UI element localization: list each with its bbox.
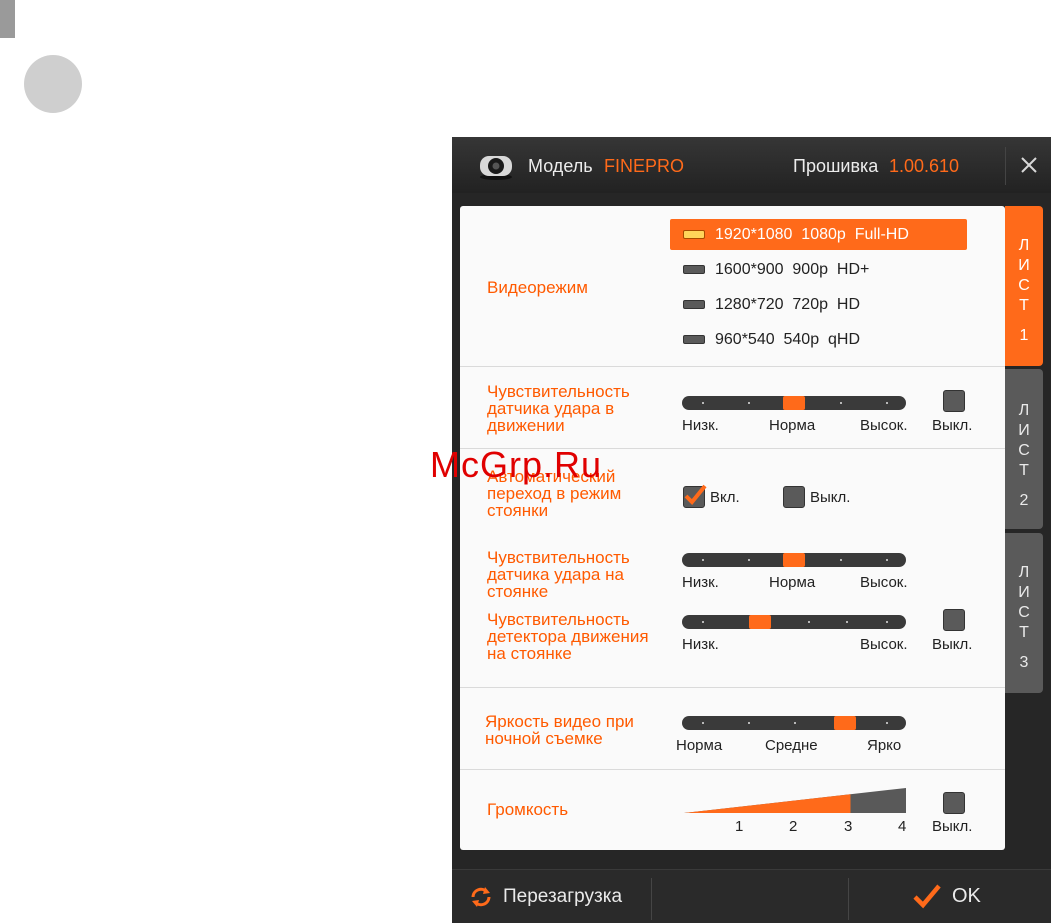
model-label: Модель (528, 156, 593, 176)
checkmark-icon (913, 884, 941, 909)
checkmark-icon (684, 484, 707, 505)
tick-low: Низк. (682, 417, 719, 434)
tick-low: Низк. (682, 574, 719, 591)
ok-label: OK (952, 885, 981, 907)
bullet-circle (24, 55, 82, 113)
night-brightness-slider[interactable] (682, 716, 906, 730)
resolution-indicator-icon (683, 230, 705, 239)
volume-level-4: 4 (898, 818, 907, 835)
section-divider (460, 366, 1005, 367)
resolution-option-540p[interactable]: 960*540 540p qHD (670, 324, 967, 355)
shock-parking-slider[interactable] (682, 553, 906, 567)
resolution-option-label: 1920*1080 1080p Full-HD (715, 226, 909, 243)
resolution-option-900p[interactable]: 1600*900 900p HD+ (670, 254, 967, 285)
firmware-label: Прошивка (793, 156, 879, 176)
tab-sheet-1[interactable]: ЛИСТ1 (1005, 206, 1043, 366)
tick-normal: Норма (676, 737, 723, 754)
section-divider (460, 687, 1005, 688)
volume-level-2: 2 (789, 818, 798, 835)
reboot-label: Перезагрузка (503, 886, 623, 907)
slider-dot (886, 559, 888, 561)
slider-thumb[interactable] (833, 716, 856, 730)
parking-on-checkbox[interactable] (683, 484, 707, 508)
footer-bar: Перезагрузка OK (452, 869, 1051, 923)
tick-normal: Норма (769, 417, 816, 434)
title-bar: Модель FINEPRO Прошивка 1.00.610 (452, 137, 1051, 193)
night-brightness-label: Яркость видео при ночной съемке (485, 712, 634, 748)
shock-driving-slider[interactable] (682, 396, 906, 410)
tab-sheet-2[interactable]: ЛИСТ2 (1005, 369, 1043, 529)
slider-dot (702, 722, 704, 724)
tick-high: Высок. (860, 636, 908, 653)
shock-driving-label: Чувствительность датчика удара в движени… (487, 382, 630, 435)
resolution-option-label: 960*540 540p qHD (715, 331, 860, 348)
slider-dot (808, 621, 810, 623)
settings-window: Модель FINEPRO Прошивка 1.00.610 Видеоре… (452, 137, 1051, 923)
resolution-indicator-icon (683, 335, 705, 344)
on-label: Вкл. (710, 489, 740, 506)
off-label: Выкл. (810, 489, 851, 506)
model-value: FINEPRO (604, 156, 685, 176)
camera-icon (480, 156, 512, 180)
off-label: Выкл. (932, 636, 973, 653)
off-label: Выкл. (932, 417, 973, 434)
refresh-icon (471, 887, 491, 907)
corner-bar (0, 0, 15, 38)
slider-dot (702, 621, 704, 623)
slider-dot (702, 402, 704, 404)
tick-high: Высок. (860, 574, 908, 591)
resolution-option-label: 1280*720 720p HD (715, 296, 860, 313)
slider-dot (846, 621, 848, 623)
resolution-option-720p[interactable]: 1280*720 720p HD (670, 289, 967, 320)
footer-divider (848, 878, 849, 920)
volume-off-checkbox[interactable] (943, 792, 965, 814)
video-mode-label: Видеорежим (487, 278, 588, 297)
slider-dot (794, 722, 796, 724)
slider-dot (840, 559, 842, 561)
slider-dot (748, 402, 750, 404)
motion-parking-off-checkbox[interactable] (943, 609, 965, 631)
shock-parking-label: Чувствительность датчика удара на стоянк… (487, 548, 630, 601)
volume-ramp[interactable] (684, 788, 908, 815)
slider-dot (748, 559, 750, 561)
slider-dot (886, 402, 888, 404)
volume-level-3: 3 (844, 818, 853, 835)
resolution-indicator-icon (683, 265, 705, 274)
settings-panel: Видеорежим 1920*1080 1080p Full-HD 1600*… (460, 206, 1005, 850)
slider-dot (886, 621, 888, 623)
watermark: McGrp.Ru (430, 444, 603, 485)
volume-label: Громкость (487, 800, 569, 819)
slider-dot (748, 722, 750, 724)
close-icon (1021, 157, 1037, 173)
motion-parking-slider[interactable] (682, 615, 906, 629)
tick-normal: Норма (769, 574, 816, 591)
shock-driving-off-checkbox[interactable] (943, 390, 965, 412)
slider-thumb[interactable] (783, 396, 805, 410)
slider-dot (702, 559, 704, 561)
slider-dot (840, 402, 842, 404)
close-button[interactable] (1014, 149, 1044, 181)
firmware-value: 1.00.610 (889, 156, 960, 176)
resolution-indicator-icon (683, 300, 705, 309)
resolution-option-1080p[interactable]: 1920*1080 1080p Full-HD (670, 219, 967, 250)
tab-sheet-3[interactable]: ЛИСТ3 (1005, 533, 1043, 693)
title-divider (1005, 147, 1006, 185)
footer-divider (651, 878, 652, 920)
motion-parking-label: Чувствительность детектора движения на с… (487, 610, 649, 663)
slider-thumb[interactable] (748, 615, 771, 629)
slider-thumb[interactable] (783, 553, 805, 567)
parking-off-checkbox[interactable] (783, 486, 805, 508)
tick-high: Высок. (860, 417, 908, 434)
slider-dot (886, 722, 888, 724)
volume-level-1: 1 (735, 818, 744, 835)
ok-button[interactable]: OK (907, 870, 1027, 923)
tick-medium: Средне (765, 737, 818, 754)
volume-level-fill (684, 794, 851, 813)
section-divider (460, 769, 1005, 770)
tick-bright: Ярко (867, 737, 902, 754)
resolution-option-label: 1600*900 900p HD+ (715, 261, 870, 278)
reboot-button[interactable]: Перезагрузка (466, 870, 650, 923)
off-label: Выкл. (932, 818, 973, 835)
tick-low: Низк. (682, 636, 719, 653)
